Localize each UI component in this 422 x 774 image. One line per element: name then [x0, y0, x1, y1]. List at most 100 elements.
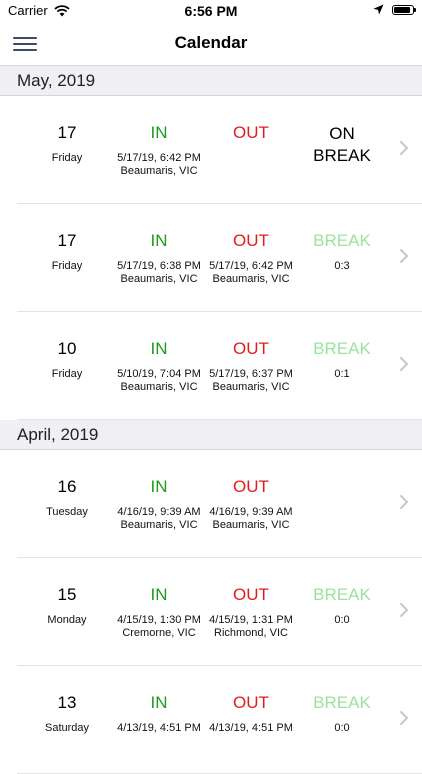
out-time: 5/17/19, 6:37 PM	[209, 368, 293, 380]
out-label: OUT	[233, 477, 269, 496]
table-row[interactable]: 16 Tuesday IN 4/16/19, 9:39 AM Beaumaris, VI…	[17, 450, 422, 558]
out-details: 4/16/19, 9:39 AM Beaumaris, VIC	[207, 506, 295, 532]
in-time: 5/17/19, 6:38 PM	[117, 260, 201, 272]
break-cell: BREAK 0:0	[299, 666, 385, 735]
out-details: 5/17/19, 6:37 PM Beaumaris, VIC	[207, 368, 295, 394]
chevron-right-icon[interactable]	[397, 492, 411, 512]
out-location: Beaumaris, VIC	[212, 519, 290, 531]
in-details: 5/17/19, 6:42 PM Beaumaris, VIC	[115, 152, 203, 178]
out-label: OUT	[233, 693, 269, 712]
chevron-right-icon[interactable]	[397, 600, 411, 620]
in-location: Beaumaris, VIC	[120, 381, 198, 393]
break-label: ON BREAK	[313, 124, 371, 165]
clock-out-cell: OUT 5/17/19, 6:37 PM Beaumaris, VIC	[207, 312, 295, 394]
break-label: BREAK	[313, 693, 371, 712]
break-cell: BREAK 0:0	[299, 558, 385, 627]
section-header-april: April, 2019	[0, 420, 422, 450]
in-time: 4/13/19, 4:51 PM	[117, 722, 201, 734]
break-cell: ON BREAK	[299, 96, 385, 176]
weekday-label: Saturday	[44, 722, 90, 734]
table-row[interactable]: 17 Friday IN 5/17/19, 6:38 PM Beaumaris, VIC…	[17, 204, 422, 312]
table-row[interactable]: 15 Monday IN 4/15/19, 1:30 PM Cremorne, VIC O…	[17, 558, 422, 666]
in-location: Cremorne, VIC	[122, 627, 196, 639]
clock-in-cell: IN 5/17/19, 6:38 PM Beaumaris, VIC	[115, 204, 203, 286]
clock-in-cell: IN 4/13/19, 4:51 PM	[115, 666, 203, 735]
break-label: BREAK	[313, 231, 371, 250]
in-location: Beaumaris, VIC	[120, 165, 198, 177]
in-label: IN	[150, 339, 168, 358]
weekday-label: Monday	[47, 614, 87, 626]
clock-out-cell: OUT 4/16/19, 9:39 AM Beaumaris, VIC	[207, 450, 295, 532]
break-duration: 0:3	[334, 260, 350, 272]
in-location: Beaumaris, VIC	[120, 519, 198, 531]
in-details: 4/15/19, 1:30 PM Cremorne, VIC	[115, 614, 203, 640]
status-bar: Carrier 6:56 PM	[0, 0, 422, 22]
clock-out-cell: OUT	[207, 96, 295, 152]
in-location: Beaumaris, VIC	[120, 273, 198, 285]
out-label: OUT	[233, 123, 269, 142]
out-label: OUT	[233, 585, 269, 604]
status-time: 6:56 PM	[184, 3, 238, 19]
clock-in-cell: IN 5/10/19, 7:04 PM Beaumaris, VIC	[115, 312, 203, 394]
in-details: 5/17/19, 6:38 PM Beaumaris, VIC	[115, 260, 203, 286]
day-number: 17	[57, 231, 77, 250]
chevron-right-icon[interactable]	[397, 708, 411, 728]
chevron-right-icon[interactable]	[397, 138, 411, 158]
out-location: Beaumaris, VIC	[212, 273, 290, 285]
break-duration: 0:1	[334, 368, 350, 380]
weekday-label: Friday	[51, 260, 83, 272]
in-details: 5/10/19, 7:04 PM Beaumaris, VIC	[115, 368, 203, 394]
date-cell: 16 Tuesday	[27, 450, 107, 519]
out-details: 5/17/19, 6:42 PM Beaumaris, VIC	[207, 260, 295, 286]
out-time: 4/15/19, 1:31 PM	[209, 614, 293, 626]
day-number: 10	[57, 339, 77, 358]
out-details: 4/13/19, 4:51 PM	[207, 722, 295, 735]
break-duration: 0:0	[334, 614, 350, 626]
in-time: 4/16/19, 9:39 AM	[117, 506, 201, 518]
nav-bar: Calendar	[0, 22, 422, 66]
weekday-label: Tuesday	[46, 506, 88, 518]
break-duration: 0:0	[334, 722, 350, 734]
out-time: 4/16/19, 9:39 AM	[209, 506, 293, 518]
chevron-right-icon[interactable]	[397, 246, 411, 266]
in-details: 4/16/19, 9:39 AM Beaumaris, VIC	[115, 506, 203, 532]
in-label: IN	[150, 123, 168, 142]
chevron-right-icon[interactable]	[397, 354, 411, 374]
table-row[interactable]: 17 Friday IN 5/17/19, 6:42 PM Beaumaris, VIC…	[17, 96, 422, 204]
in-time: 5/10/19, 7:04 PM	[117, 368, 201, 380]
date-cell: 17 Friday	[27, 204, 107, 273]
break-cell: BREAK 0:1	[299, 312, 385, 381]
status-right	[373, 4, 416, 15]
out-time: 5/17/19, 6:42 PM	[209, 260, 293, 272]
date-cell: 15 Monday	[27, 558, 107, 627]
in-label: IN	[150, 693, 168, 712]
calendar-list[interactable]: May, 2019 17 Friday IN 5/17/19, 6:42 PM Beau…	[0, 66, 422, 774]
break-label: BREAK	[313, 585, 371, 604]
out-time: 4/13/19, 4:51 PM	[209, 722, 293, 734]
clock-in-cell: IN 4/16/19, 9:39 AM Beaumaris, VIC	[115, 450, 203, 532]
table-row[interactable]: 10 Friday IN 5/10/19, 7:04 PM Beaumaris, VIC…	[17, 312, 422, 420]
out-label: OUT	[233, 231, 269, 250]
clock-out-cell: OUT 4/13/19, 4:51 PM	[207, 666, 295, 735]
table-row[interactable]: 13 Saturday IN 4/13/19, 4:51 PM OUT 4/13/19, …	[17, 666, 422, 774]
break-cell: BREAK 0:3	[299, 204, 385, 273]
clock-out-cell: OUT 5/17/19, 6:42 PM Beaumaris, VIC	[207, 204, 295, 286]
date-cell: 10 Friday	[27, 312, 107, 381]
in-details: 4/13/19, 4:51 PM	[115, 722, 203, 735]
in-time: 5/17/19, 6:42 PM	[117, 152, 201, 164]
in-label: IN	[150, 231, 168, 250]
out-label: OUT	[233, 339, 269, 358]
page-title: Calendar	[174, 33, 248, 52]
in-label: IN	[150, 585, 168, 604]
day-number: 15	[57, 585, 77, 604]
date-cell: 17 Friday	[27, 96, 107, 165]
day-number: 16	[57, 477, 77, 496]
location-arrow-icon	[373, 4, 384, 15]
break-cell	[299, 450, 385, 477]
out-location: Richmond, VIC	[214, 627, 288, 639]
day-number: 13	[57, 693, 77, 712]
break-label: BREAK	[313, 339, 371, 358]
section-header-may: May, 2019	[0, 66, 422, 96]
day-number: 17	[57, 123, 77, 142]
in-label: IN	[150, 477, 168, 496]
